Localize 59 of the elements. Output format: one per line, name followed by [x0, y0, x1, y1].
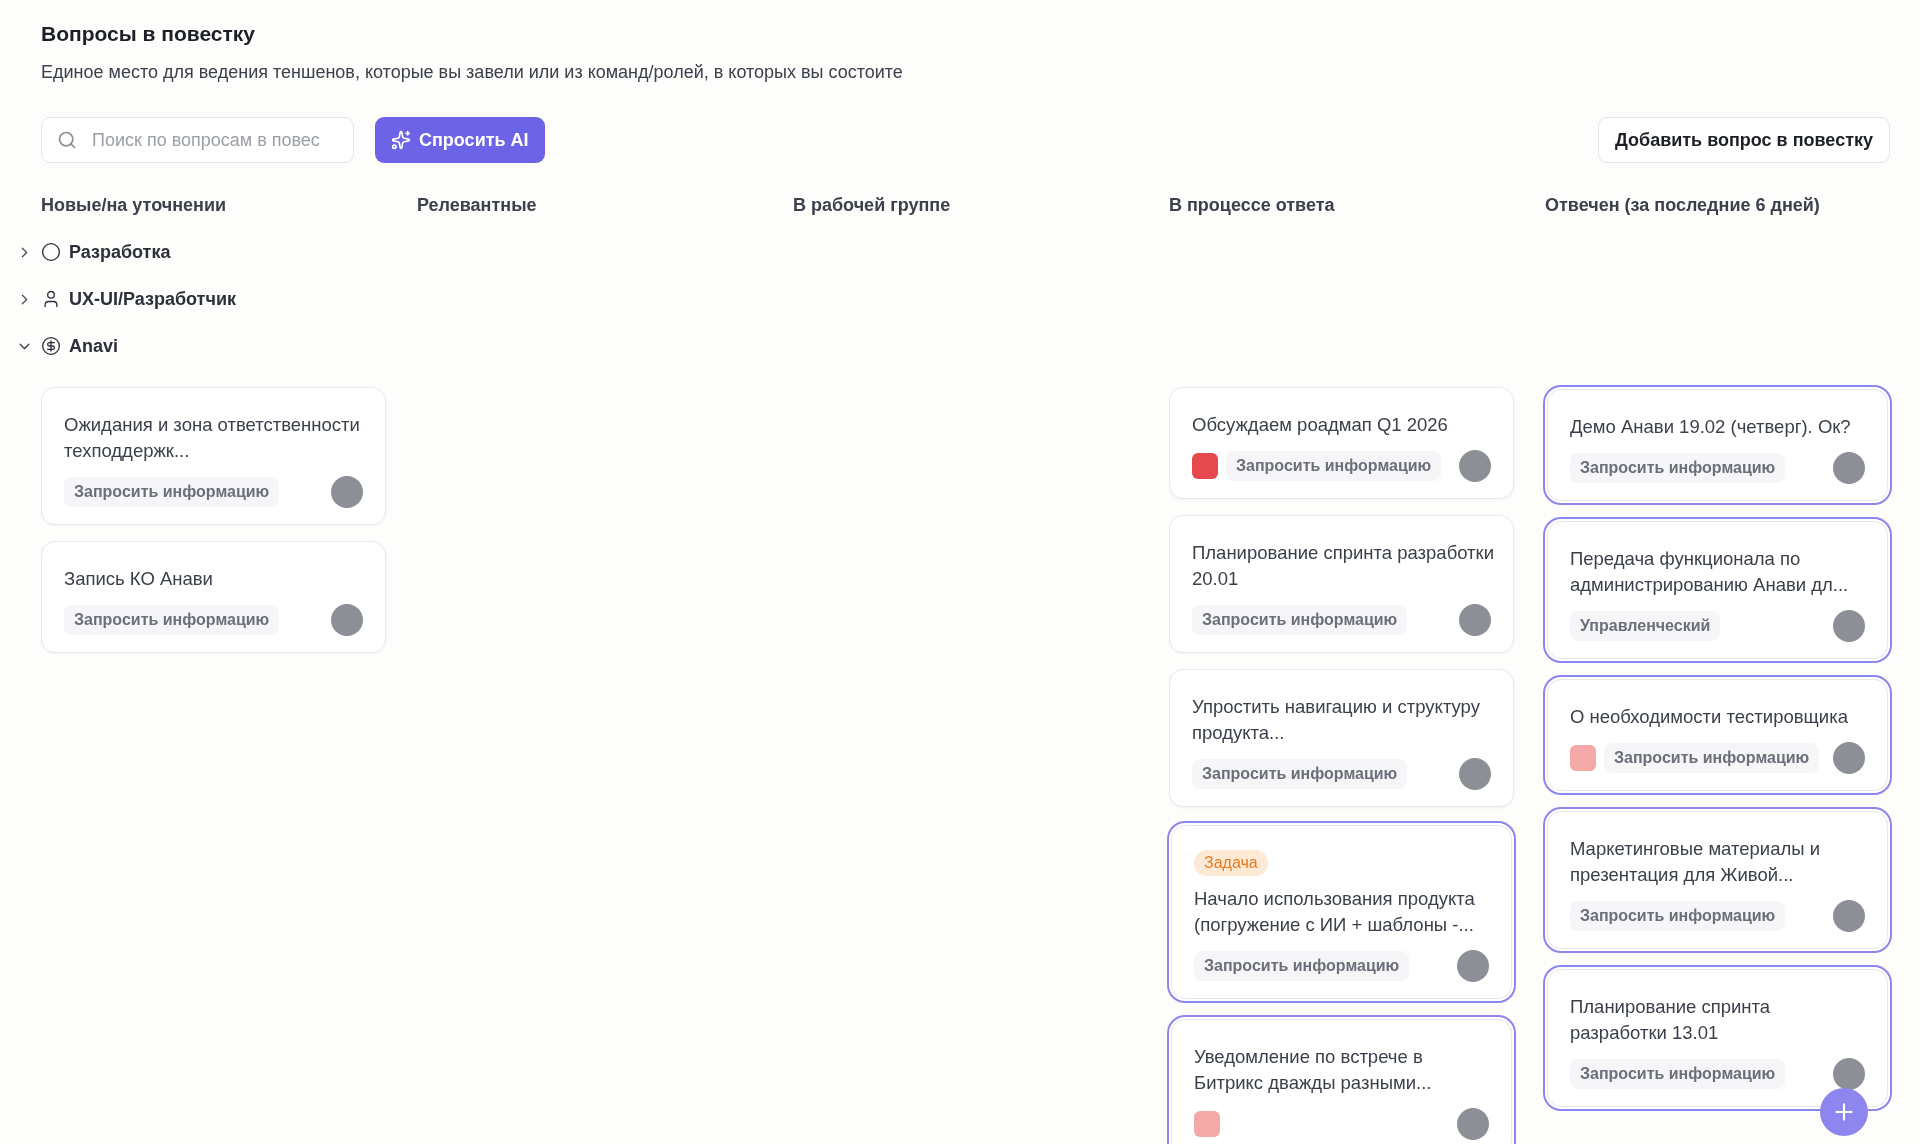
- page-subtitle: Единое место для ведения теншенов, которые вы завели или из команд/ролей, в которых вы состоите: [41, 62, 904, 83]
- group-row[interactable]: Anavi: [16, 335, 1890, 357]
- card-tag: Запросить информацию: [1192, 605, 1408, 635]
- avatar: [1457, 1108, 1489, 1140]
- card-title: Начало использования продукта (погружение с ИИ + шаблоны -...: [1194, 887, 1476, 937]
- card-tag: Запросить информацию: [1192, 759, 1408, 789]
- card-tag: Запросить информацию: [64, 605, 280, 635]
- group-row[interactable]: Разработка: [16, 241, 1890, 263]
- card-tag: Запросить информацию: [1194, 951, 1410, 981]
- avatar: [1833, 610, 1865, 642]
- question-card[interactable]: Обсуждаем роадмап Q1 2026 Запросить информацию: [1169, 387, 1514, 499]
- question-card[interactable]: Запись КО Анави Запросить информацию: [41, 541, 386, 653]
- card-tag: Запросить информацию: [1570, 901, 1786, 931]
- avatar: [1833, 452, 1865, 484]
- card-tag: Запросить информацию: [1604, 743, 1820, 773]
- card-title: Ожидания и зона ответственности техподдержк...: [64, 413, 361, 463]
- page-title: Вопросы в повестку: [41, 22, 256, 46]
- card-title: Упростить навигацию и структуру продукта...: [1192, 695, 1481, 745]
- avatar: [1459, 758, 1491, 790]
- card-tag: Запросить информацию: [1226, 451, 1442, 481]
- card-title: Уведомление по встрече в Битрикс дважды разными...: [1194, 1045, 1433, 1095]
- column-header: Новые/на уточнении: [41, 195, 228, 216]
- avatar: [1459, 450, 1491, 482]
- card-title: Маркетинговые материалы и презентация для Живой...: [1570, 837, 1821, 887]
- card-title: Обсуждаем роадмап Q1 2026: [1192, 413, 1449, 437]
- dollar-icon: [41, 336, 61, 356]
- question-card[interactable]: Планирование спринта разработки 20.01 Запросить информацию: [1169, 515, 1514, 653]
- column-header: В рабочей группе: [793, 195, 952, 216]
- column-header: Релевантные: [417, 195, 538, 216]
- column-header: В процессе ответа: [1169, 195, 1336, 216]
- question-card[interactable]: Ожидания и зона ответственности техподдержк... Запросить информацию: [41, 387, 386, 525]
- card-title: Планирование спринта разработки 13.01: [1570, 995, 1772, 1045]
- group-row[interactable]: UX-UI/Разработчик: [16, 288, 1890, 310]
- avatar: [1833, 900, 1865, 932]
- search-field[interactable]: Поиск по вопросам в повес: [41, 117, 354, 163]
- card-title: Передача функционала по администрированию Анави дл...: [1570, 547, 1850, 597]
- column-header: Отвечен (за последние 6 дней): [1545, 195, 1821, 216]
- avatar: [1459, 604, 1491, 636]
- search-icon: [57, 130, 77, 150]
- card-tag: Управленческий: [1570, 611, 1721, 641]
- avatar: [1833, 742, 1865, 774]
- avatar: [1457, 950, 1489, 982]
- add-button[interactable]: [1820, 1088, 1868, 1136]
- ask-ai-button[interactable]: Спросить AI: [375, 117, 545, 163]
- avatar: [331, 476, 363, 508]
- card-tag: Запросить информацию: [1570, 453, 1786, 483]
- task-badge: Задача: [1194, 850, 1268, 876]
- card-title: Запись КО Анави: [64, 567, 214, 591]
- card-title: О необходимости тестировщика: [1570, 705, 1849, 729]
- avatar: [1833, 1058, 1865, 1090]
- sparkle-icon: [391, 130, 411, 150]
- card-title: Демо Анави 19.02 (четверг). Ок?: [1570, 415, 1852, 439]
- question-card[interactable]: Упростить навигацию и структуру продукта... Запросить информацию: [1169, 669, 1514, 807]
- card-tag: Запросить информацию: [1570, 1059, 1786, 1089]
- card-title: Планирование спринта разработки 20.01: [1192, 541, 1495, 591]
- add-question-button[interactable]: Добавить вопрос в повестку: [1597, 117, 1890, 163]
- avatar: [331, 604, 363, 636]
- card-tag: Запросить информацию: [64, 477, 280, 507]
- circle-icon: [41, 242, 61, 262]
